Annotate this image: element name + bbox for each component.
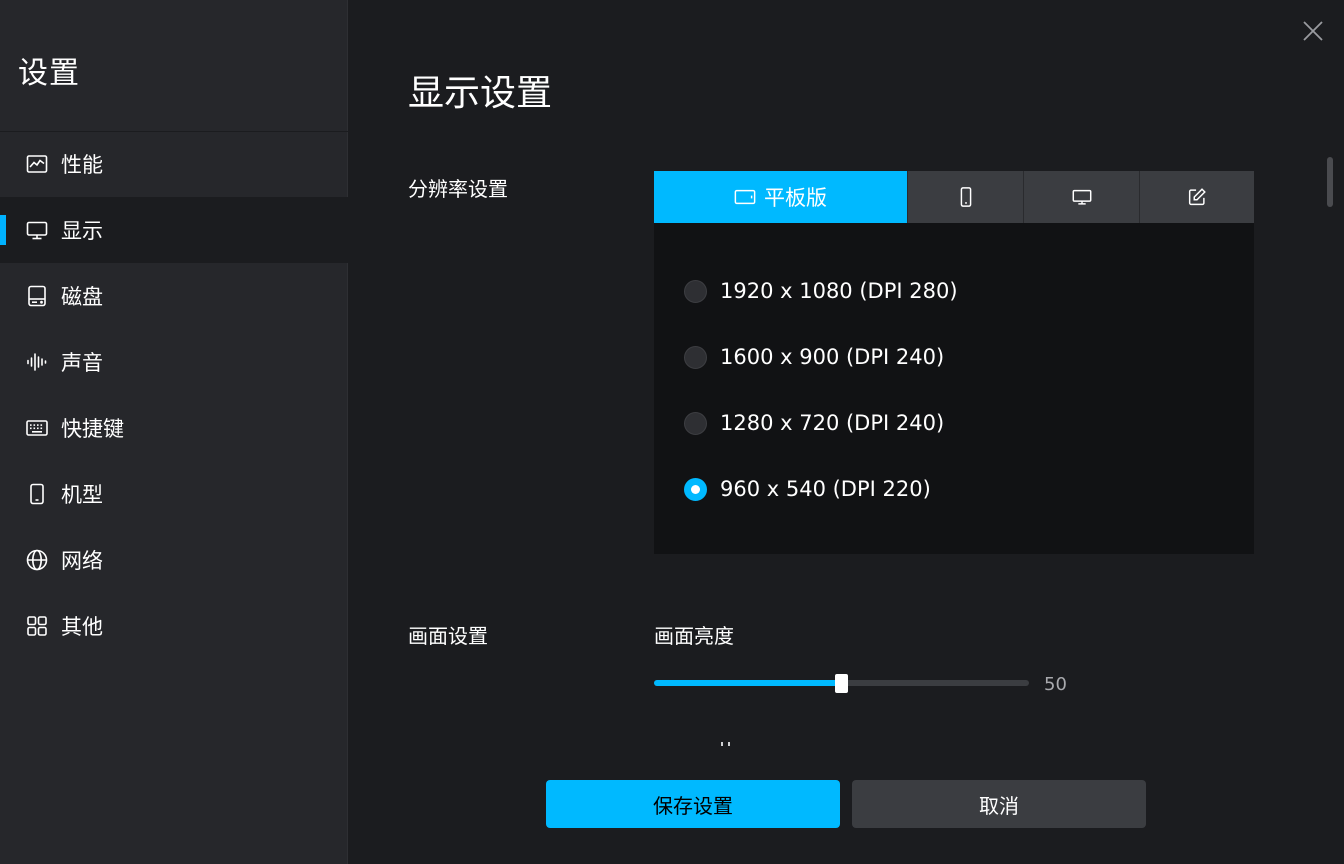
- disk-icon: [24, 283, 50, 309]
- tablet-icon: [734, 189, 756, 205]
- sidebar-item-shortcuts[interactable]: 快捷键: [0, 395, 348, 461]
- chart-icon: [24, 151, 50, 177]
- resolution-option[interactable]: 1920 x 1080 (DPI 280): [684, 276, 958, 306]
- tab-label: 平板版: [764, 186, 827, 210]
- sidebar-item-label: 显示: [61, 219, 103, 243]
- edit-icon: [1188, 188, 1206, 206]
- resolution-options-panel: 1920 x 1080 (DPI 280) 1600 x 900 (DPI 24…: [654, 223, 1254, 554]
- resolution-tabs: 平板版: [654, 171, 1254, 223]
- close-button[interactable]: [1300, 18, 1326, 44]
- radio-button[interactable]: [684, 279, 707, 303]
- sidebar-item-performance[interactable]: 性能: [0, 131, 348, 197]
- phone-icon: [960, 187, 971, 207]
- tab-tablet[interactable]: 平板版: [654, 171, 908, 223]
- sidebar-item-display[interactable]: 显示: [0, 197, 348, 263]
- resolution-option-label: 1920 x 1080 (DPI 280): [720, 279, 958, 303]
- scrollbar-thumb[interactable]: [1327, 157, 1333, 207]
- tab-custom[interactable]: [1140, 171, 1254, 223]
- resolution-option-label: 1280 x 720 (DPI 240): [720, 411, 945, 435]
- resolution-section-label: 分辨率设置: [408, 177, 508, 201]
- sidebar-item-network[interactable]: 网络: [0, 527, 348, 593]
- slider-thumb[interactable]: [835, 674, 848, 693]
- save-button[interactable]: 保存设置: [546, 780, 840, 828]
- radio-button[interactable]: [684, 411, 707, 435]
- sidebar-item-label: 声音: [61, 351, 103, 375]
- sidebar-item-label: 磁盘: [61, 285, 103, 309]
- sidebar-title: 设置: [18, 56, 80, 91]
- resolution-option[interactable]: 1280 x 720 (DPI 240): [684, 408, 944, 438]
- tab-phone[interactable]: [908, 171, 1024, 223]
- monitor-icon: [1072, 189, 1091, 205]
- radio-button-checked[interactable]: [684, 477, 707, 501]
- sidebar-item-label: 网络: [61, 549, 103, 573]
- globe-icon: [24, 547, 50, 573]
- radio-button[interactable]: [684, 345, 707, 369]
- settings-window: 设置 性能 显示 磁盘 声音 快捷键 机型 网络 其他 显示设置 分辨率设置 平…: [0, 0, 1344, 864]
- sidebar-item-other[interactable]: 其他: [0, 593, 348, 659]
- brightness-label: 画面亮度: [654, 624, 734, 648]
- brightness-slider[interactable]: [654, 672, 1030, 694]
- slider-fill: [654, 680, 842, 686]
- sidebar-item-label: 机型: [61, 483, 103, 507]
- sidebar-item-label: 性能: [61, 153, 103, 177]
- cancel-button[interactable]: 取消: [852, 780, 1146, 828]
- close-icon: [1303, 21, 1323, 41]
- sidebar-nav: 性能 显示 磁盘 声音 快捷键 机型 网络 其他: [0, 131, 348, 659]
- grid-icon: [24, 613, 50, 639]
- resolution-option[interactable]: 1600 x 900 (DPI 240): [684, 342, 944, 372]
- tab-desktop[interactable]: [1024, 171, 1140, 223]
- keyboard-icon: [24, 415, 50, 441]
- brightness-value: 50: [1044, 674, 1067, 695]
- sound-wave-icon: [24, 349, 50, 375]
- page-title: 显示设置: [408, 73, 553, 114]
- resolution-option-selected[interactable]: 960 x 540 (DPI 220): [684, 474, 931, 504]
- sidebar: 设置 性能 显示 磁盘 声音 快捷键 机型 网络 其他: [0, 0, 348, 864]
- monitor-icon: [24, 217, 50, 243]
- sidebar-item-disk[interactable]: 磁盘: [0, 263, 348, 329]
- phone-icon: [24, 481, 50, 507]
- picture-section-label: 画面设置: [408, 624, 488, 648]
- sidebar-item-sound[interactable]: 声音: [0, 329, 348, 395]
- clipped-content: [719, 741, 739, 747]
- sidebar-item-label: 快捷键: [61, 417, 124, 441]
- resolution-option-label: 1600 x 900 (DPI 240): [720, 345, 945, 369]
- sidebar-item-label: 其他: [61, 615, 103, 639]
- sidebar-item-device-model[interactable]: 机型: [0, 461, 348, 527]
- resolution-option-label: 960 x 540 (DPI 220): [720, 477, 931, 501]
